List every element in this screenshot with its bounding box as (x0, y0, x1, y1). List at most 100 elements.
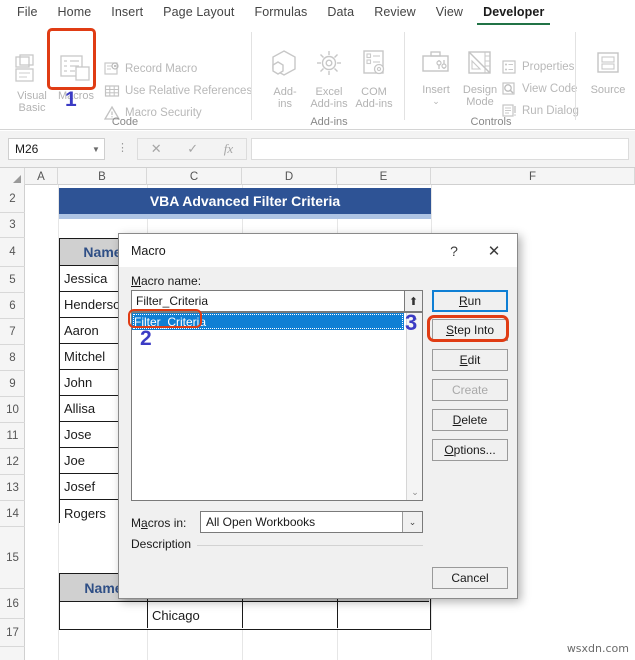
row-header-4[interactable]: 4 (0, 238, 25, 267)
record-macro-icon (104, 61, 120, 77)
source-icon (582, 50, 634, 82)
magnifier-icon (501, 81, 517, 97)
design-mode-label-line1: Design (462, 83, 498, 96)
delete-rest: elete (461, 413, 488, 427)
column-header-f[interactable]: F (431, 168, 635, 185)
row-header-17[interactable]: 17 (0, 619, 25, 647)
design-mode-icon (454, 50, 506, 82)
row-header-6[interactable]: 6 (0, 293, 25, 319)
formula-bar-row: M26 ▼ ⋮ ✕ ✓ fx (0, 131, 635, 168)
scroll-down-icon[interactable]: ⌄ (407, 484, 423, 500)
row-header-11[interactable]: 11 (0, 423, 25, 449)
description-divider (197, 545, 423, 546)
macros-in-value: All Open Workbooks (206, 515, 316, 529)
row-header-16[interactable]: 16 (0, 589, 25, 619)
row-header-10[interactable]: 10 (0, 397, 25, 423)
view-code-button[interactable]: View Code (501, 79, 577, 99)
name-box-value: M26 (15, 142, 39, 156)
step-into-button[interactable]: Step Into (432, 319, 508, 341)
macro-dialog: Macro ? ✕ Macro name: Filter_Criteria ⬆ … (118, 233, 518, 599)
column-header-a[interactable]: A (25, 168, 58, 185)
cancel-button[interactable]: Cancel (432, 567, 508, 589)
step-into-rest: tep Into (453, 323, 495, 337)
record-macro-button[interactable]: Record Macro (104, 59, 197, 79)
ribbon-group-code-label: Code (111, 116, 139, 128)
ribbon-group-controls: Insert ⌄ Design Mode Properties View Cod… (408, 26, 579, 130)
macro-name-input[interactable]: Filter_Criteria (131, 290, 423, 312)
tab-formulas[interactable]: Formulas (245, 2, 316, 24)
row-header-7[interactable]: 7 (0, 319, 25, 345)
macros-in-chevron-down-icon[interactable]: ⌄ (402, 512, 422, 532)
com-addins-icon (348, 48, 400, 84)
properties-button[interactable]: Properties (501, 57, 574, 77)
table-row (338, 602, 429, 628)
column-header-e[interactable]: E (337, 168, 431, 185)
edit-button[interactable]: Edit (432, 349, 508, 371)
design-mode-label-line2: Mode (466, 96, 494, 108)
column-header-row: A B C D E F (0, 168, 635, 185)
row-header-13[interactable]: 13 (0, 475, 25, 501)
properties-label: Properties (522, 61, 575, 73)
row-header-2[interactable]: 2 (0, 185, 25, 213)
visual-basic-label-line2: Basic (18, 102, 46, 114)
options-button[interactable]: Options... (432, 439, 508, 461)
options-rest: ptions... (453, 443, 496, 457)
column-header-b[interactable]: B (58, 168, 147, 185)
annotation-number-1: 1 (65, 88, 77, 111)
description-label: Description (131, 537, 192, 551)
cancel-formula-icon[interactable]: ✕ (151, 141, 162, 157)
ribbon-group-xml: View Code Source (580, 26, 635, 130)
ribbon-group-code: Visual Basic Macros Record Macro Use Rel… (0, 26, 252, 130)
run-button[interactable]: Run (432, 290, 508, 312)
macros-in-select[interactable]: All Open Workbooks ⌄ (200, 511, 423, 533)
tab-home[interactable]: Home (49, 2, 101, 24)
select-all-corner[interactable] (0, 168, 25, 185)
confirm-formula-icon[interactable]: ✓ (187, 141, 198, 157)
tab-insert[interactable]: Insert (102, 2, 152, 24)
annotation-number-3: 3 (405, 310, 418, 335)
formula-input[interactable] (251, 138, 629, 160)
view-code-label: View Code (522, 83, 578, 95)
macro-name-spinner-icon[interactable]: ⬆ (404, 290, 423, 312)
tab-file[interactable]: File (8, 2, 47, 24)
row-header-12[interactable]: 12 (0, 449, 25, 475)
macro-list-item[interactable]: Filter_Criteria (132, 313, 404, 330)
macro-name-label: Macro name: (131, 274, 202, 288)
row-header-column: 2 3 4 5 6 7 8 9 10 11 12 13 14 15 16 17 (0, 185, 25, 660)
watermark: wsxdn.com (566, 642, 629, 655)
row-header-14[interactable]: 14 (0, 501, 25, 527)
com-addins-button[interactable]: COM Add-ins (348, 48, 400, 111)
tab-review[interactable]: Review (365, 2, 425, 24)
row-header-5[interactable]: 5 (0, 267, 25, 293)
insert-function-icon[interactable]: fx (224, 141, 233, 157)
record-macro-label: Record Macro (125, 63, 198, 75)
delete-button[interactable]: Delete (432, 409, 508, 431)
name-box[interactable]: M26 ▼ (8, 138, 105, 160)
tab-view[interactable]: View (427, 2, 472, 24)
row-header-8[interactable]: 8 (0, 345, 25, 371)
column-header-c[interactable]: C (147, 168, 242, 185)
table-grid-icon (104, 83, 120, 99)
formula-bar-overflow-icon[interactable]: ⋮ (117, 143, 128, 154)
row-header-15[interactable]: 15 (0, 527, 25, 589)
help-icon[interactable]: ? (443, 241, 465, 261)
excel-window: File Home Insert Page Layout Formulas Da… (0, 0, 635, 660)
use-relative-references-button[interactable]: Use Relative References (104, 81, 252, 101)
source-text-label: Source (590, 83, 626, 96)
page-title-banner: VBA Advanced Filter Criteria (59, 188, 431, 214)
tab-data[interactable]: Data (318, 2, 363, 24)
source-button[interactable]: View Code Source (582, 50, 634, 96)
design-mode-button[interactable]: Design Mode (454, 50, 506, 109)
close-icon[interactable]: ✕ (481, 241, 507, 261)
macro-listbox-scrollbar[interactable]: ⌃ ⌄ (406, 313, 422, 500)
row-header-9[interactable]: 9 (0, 371, 25, 397)
tab-developer[interactable]: Developer (474, 2, 553, 25)
column-header-d[interactable]: D (242, 168, 337, 185)
row-header-3[interactable]: 3 (0, 213, 25, 238)
macro-listbox[interactable]: Filter_Criteria ⌃ ⌄ (131, 312, 423, 501)
name-box-dropdown-icon[interactable]: ▼ (88, 145, 104, 154)
edit-rest: dit (467, 353, 481, 367)
tab-page-layout[interactable]: Page Layout (154, 2, 243, 24)
macros-in-label: Macros in: (131, 516, 187, 530)
ribbon-body: Visual Basic Macros Record Macro Use Rel… (0, 26, 635, 130)
